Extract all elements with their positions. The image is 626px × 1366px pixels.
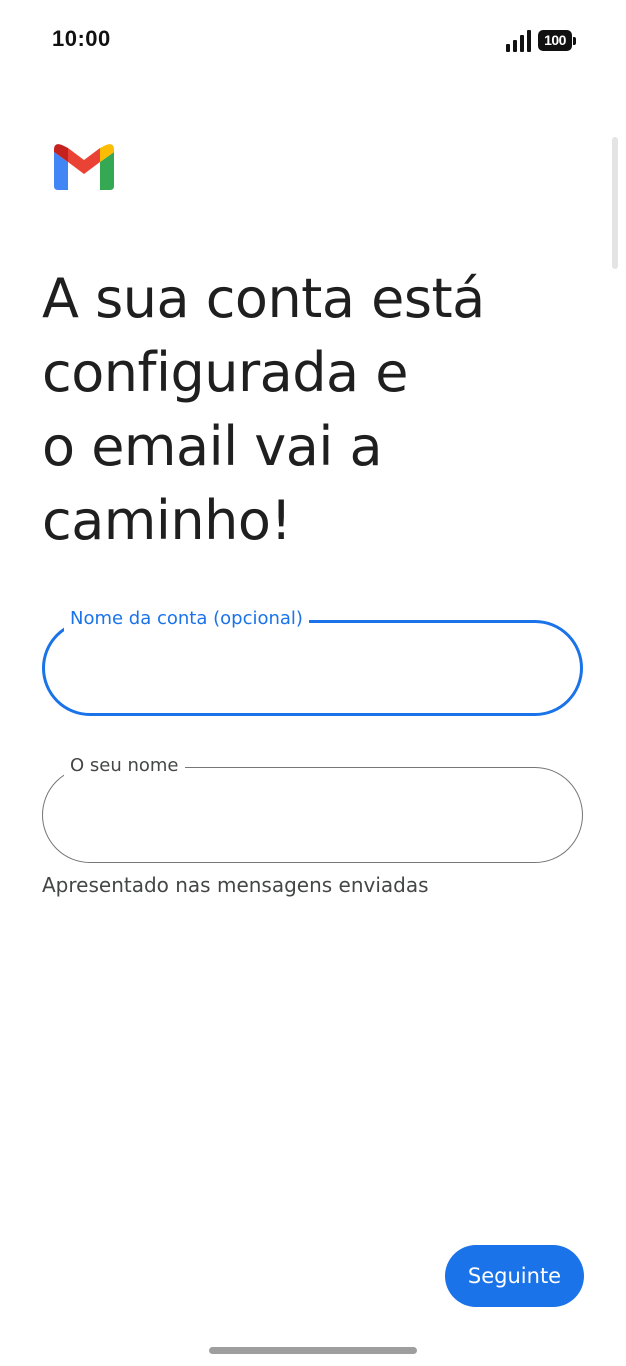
- page-title: A sua conta está configurada e o email v…: [42, 262, 582, 558]
- scrollbar-thumb[interactable]: [612, 137, 618, 269]
- home-indicator[interactable]: [209, 1347, 417, 1354]
- page-title-line: caminho!: [42, 489, 292, 552]
- page-title-line: o email vai a: [42, 415, 383, 478]
- your-name-label: O seu nome: [64, 753, 185, 779]
- cellular-signal-icon: [506, 30, 531, 52]
- account-name-field[interactable]: Nome da conta (opcional): [42, 606, 583, 716]
- your-name-helper-text: Apresentado nas mensagens enviadas: [42, 873, 429, 897]
- status-bar: 10:00 100: [0, 0, 626, 80]
- your-name-field[interactable]: O seu nome: [42, 753, 583, 863]
- status-time: 10:00: [52, 26, 111, 51]
- battery-level: 100: [538, 30, 572, 51]
- next-button[interactable]: Seguinte: [445, 1245, 584, 1307]
- gmail-logo-icon: [54, 144, 114, 190]
- page-title-line: A sua conta está: [42, 267, 485, 330]
- battery-icon: 100: [538, 30, 576, 51]
- page-title-line: configurada e: [42, 341, 409, 404]
- your-name-input[interactable]: [70, 797, 550, 833]
- account-name-input[interactable]: [70, 650, 550, 686]
- screen: 10:00 100 A sua conta está configurada e…: [0, 0, 626, 1366]
- account-name-label: Nome da conta (opcional): [64, 606, 309, 632]
- battery-tip: [573, 37, 576, 45]
